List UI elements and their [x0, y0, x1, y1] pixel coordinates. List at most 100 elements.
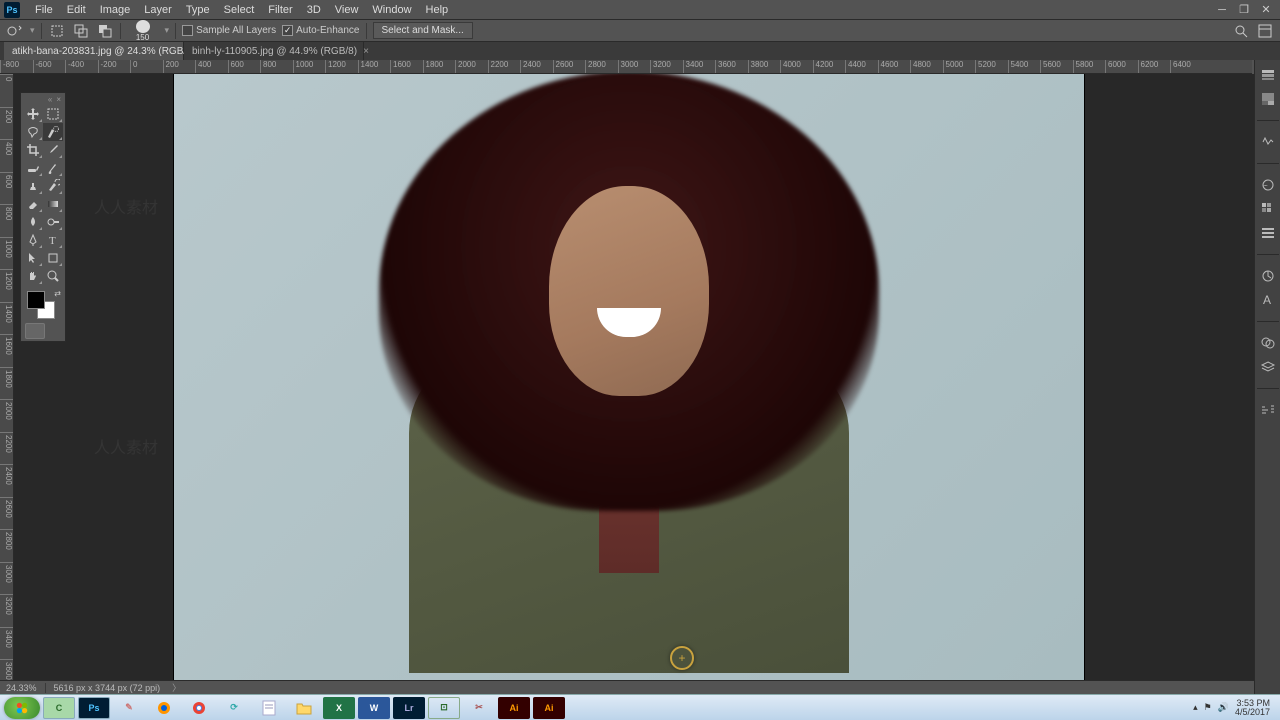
system-tray[interactable]: ▴ ⚑ 🔊 3:53 PM 4/5/2017 [1193, 699, 1276, 717]
ruler-tick: -200 [98, 60, 131, 73]
color-swatches[interactable]: ⇄ [23, 289, 63, 321]
menu-layer[interactable]: Layer [137, 4, 179, 16]
menu-view[interactable]: View [328, 4, 366, 16]
taskbar-app-illustrator-2[interactable]: Ai [533, 697, 565, 719]
menu-help[interactable]: Help [419, 4, 456, 16]
select-and-mask-button[interactable]: Select and Mask... [373, 22, 473, 39]
document-dimensions[interactable]: 5616 px x 3744 px (72 ppi) [54, 683, 161, 693]
taskbar-app-excel[interactable]: X [323, 697, 355, 719]
close-panel-icon[interactable]: × [56, 95, 61, 104]
menu-edit[interactable]: Edit [60, 4, 93, 16]
quick-mask-toggle[interactable] [25, 323, 45, 339]
styles-panel-icon[interactable] [1259, 224, 1277, 242]
crop-tool[interactable] [23, 141, 43, 159]
ruler-horizontal[interactable]: -800-600-400-200020040060080010001200140… [0, 60, 1252, 74]
menu-image[interactable]: Image [93, 4, 138, 16]
taskbar-app-notepad[interactable] [253, 697, 285, 719]
ruler-tick: 3600 [0, 659, 13, 680]
zoom-tool[interactable] [43, 267, 63, 285]
swatches-panel-icon[interactable] [1259, 200, 1277, 218]
dodge-tool[interactable] [43, 213, 63, 231]
move-tool[interactable] [23, 105, 43, 123]
taskbar-app-snip[interactable]: ✂ [463, 697, 495, 719]
ruler-tick: -400 [65, 60, 98, 73]
taskbar-app-recorder[interactable]: ⊡ [428, 697, 460, 719]
ruler-tick: 4200 [813, 60, 846, 73]
channels-panel-icon[interactable] [1259, 334, 1277, 352]
ruler-tick: 1000 [0, 237, 13, 270]
layers-panel-icon[interactable] [1259, 358, 1277, 376]
taskbar-app-sync[interactable]: ⟳ [218, 697, 250, 719]
taskbar-app-notes[interactable]: ✎ [113, 697, 145, 719]
canvas-area[interactable]: + 人人素材 人人素材 人人素材 [14, 74, 1254, 680]
pen-tool[interactable] [23, 231, 43, 249]
close-button[interactable]: ✕ [1256, 3, 1276, 17]
properties-panel-icon[interactable] [1259, 267, 1277, 285]
taskbar-app-lightroom[interactable]: Lr [393, 697, 425, 719]
subtract-selection-icon[interactable] [96, 23, 114, 39]
taskbar-app-chrome[interactable] [183, 697, 215, 719]
brush-preview[interactable]: 150 [127, 20, 159, 42]
color-panel-icon[interactable] [1259, 90, 1277, 108]
doc-tab-1[interactable]: atikh-bana-203831.jpg @ 24.3% (RGB/8)× [4, 42, 184, 60]
menu-type[interactable]: Type [179, 4, 217, 16]
search-icon[interactable] [1232, 23, 1250, 39]
menu-window[interactable]: Window [365, 4, 418, 16]
libraries-panel-icon[interactable] [1259, 133, 1277, 151]
ruler-tick: 3600 [715, 60, 748, 73]
tray-expand-icon[interactable]: ▴ [1193, 702, 1198, 713]
zoom-level[interactable]: 24.33% [6, 683, 37, 693]
volume-icon[interactable]: 🔊 [1218, 702, 1229, 713]
history-brush-tool[interactable] [43, 177, 63, 195]
path-selection-tool[interactable] [23, 249, 43, 267]
close-icon[interactable]: × [363, 46, 369, 57]
menu-file[interactable]: File [28, 4, 60, 16]
workspace-switcher-icon[interactable] [1256, 23, 1274, 39]
clone-stamp-tool[interactable] [23, 177, 43, 195]
start-button[interactable] [4, 697, 40, 719]
ruler-tick: 3000 [0, 562, 13, 595]
paths-panel-icon[interactable] [1259, 401, 1277, 419]
foreground-color[interactable] [27, 291, 45, 309]
marquee-tool[interactable] [43, 105, 63, 123]
character-panel-icon[interactable]: A [1259, 291, 1277, 309]
clock[interactable]: 3:53 PM 4/5/2017 [1235, 699, 1270, 717]
taskbar-app-firefox[interactable] [148, 697, 180, 719]
taskbar-app-word[interactable]: W [358, 697, 390, 719]
taskbar-app-photoshop[interactable]: Ps [78, 697, 110, 719]
sample-all-layers-checkbox[interactable]: Sample All Layers [182, 25, 276, 36]
restore-button[interactable]: ❐ [1234, 3, 1254, 17]
ruler-tick: 2400 [0, 464, 13, 497]
blur-tool[interactable] [23, 213, 43, 231]
chevron-right-icon[interactable]: 〉 [172, 681, 181, 694]
brush-tool[interactable] [43, 159, 63, 177]
type-tool[interactable]: T [43, 231, 63, 249]
eyedropper-tool[interactable] [43, 141, 63, 159]
eraser-tool[interactable] [23, 195, 43, 213]
healing-brush-tool[interactable] [23, 159, 43, 177]
menu-filter[interactable]: Filter [261, 4, 299, 16]
add-selection-icon[interactable] [72, 23, 90, 39]
tool-preset-icon[interactable] [6, 23, 24, 39]
shape-tool[interactable] [43, 249, 63, 267]
minimize-button[interactable]: ─ [1212, 3, 1232, 17]
ruler-tick: 0 [0, 74, 13, 107]
menu-select[interactable]: Select [217, 4, 262, 16]
ruler-tick: 5600 [1040, 60, 1073, 73]
taskbar-app-illustrator-1[interactable]: Ai [498, 697, 530, 719]
ruler-vertical[interactable]: 0200400600800100012001400160018002000220… [0, 74, 14, 680]
taskbar-app-explorer[interactable] [288, 697, 320, 719]
hand-tool[interactable] [23, 267, 43, 285]
document-canvas[interactable] [174, 74, 1084, 680]
doc-tab-2[interactable]: binh-ly-110905.jpg @ 44.9% (RGB/8)× [184, 42, 364, 60]
flag-icon[interactable]: ⚑ [1204, 702, 1212, 713]
new-selection-icon[interactable] [48, 23, 66, 39]
lasso-tool[interactable] [23, 123, 43, 141]
history-panel-icon[interactable] [1259, 66, 1277, 84]
quick-selection-tool[interactable] [43, 123, 63, 141]
auto-enhance-checkbox[interactable]: Auto-Enhance [282, 25, 359, 36]
adjustments-panel-icon[interactable] [1259, 176, 1277, 194]
gradient-tool[interactable] [43, 195, 63, 213]
taskbar-app-camtasia[interactable]: C [43, 697, 75, 719]
menu-3d[interactable]: 3D [300, 4, 328, 16]
